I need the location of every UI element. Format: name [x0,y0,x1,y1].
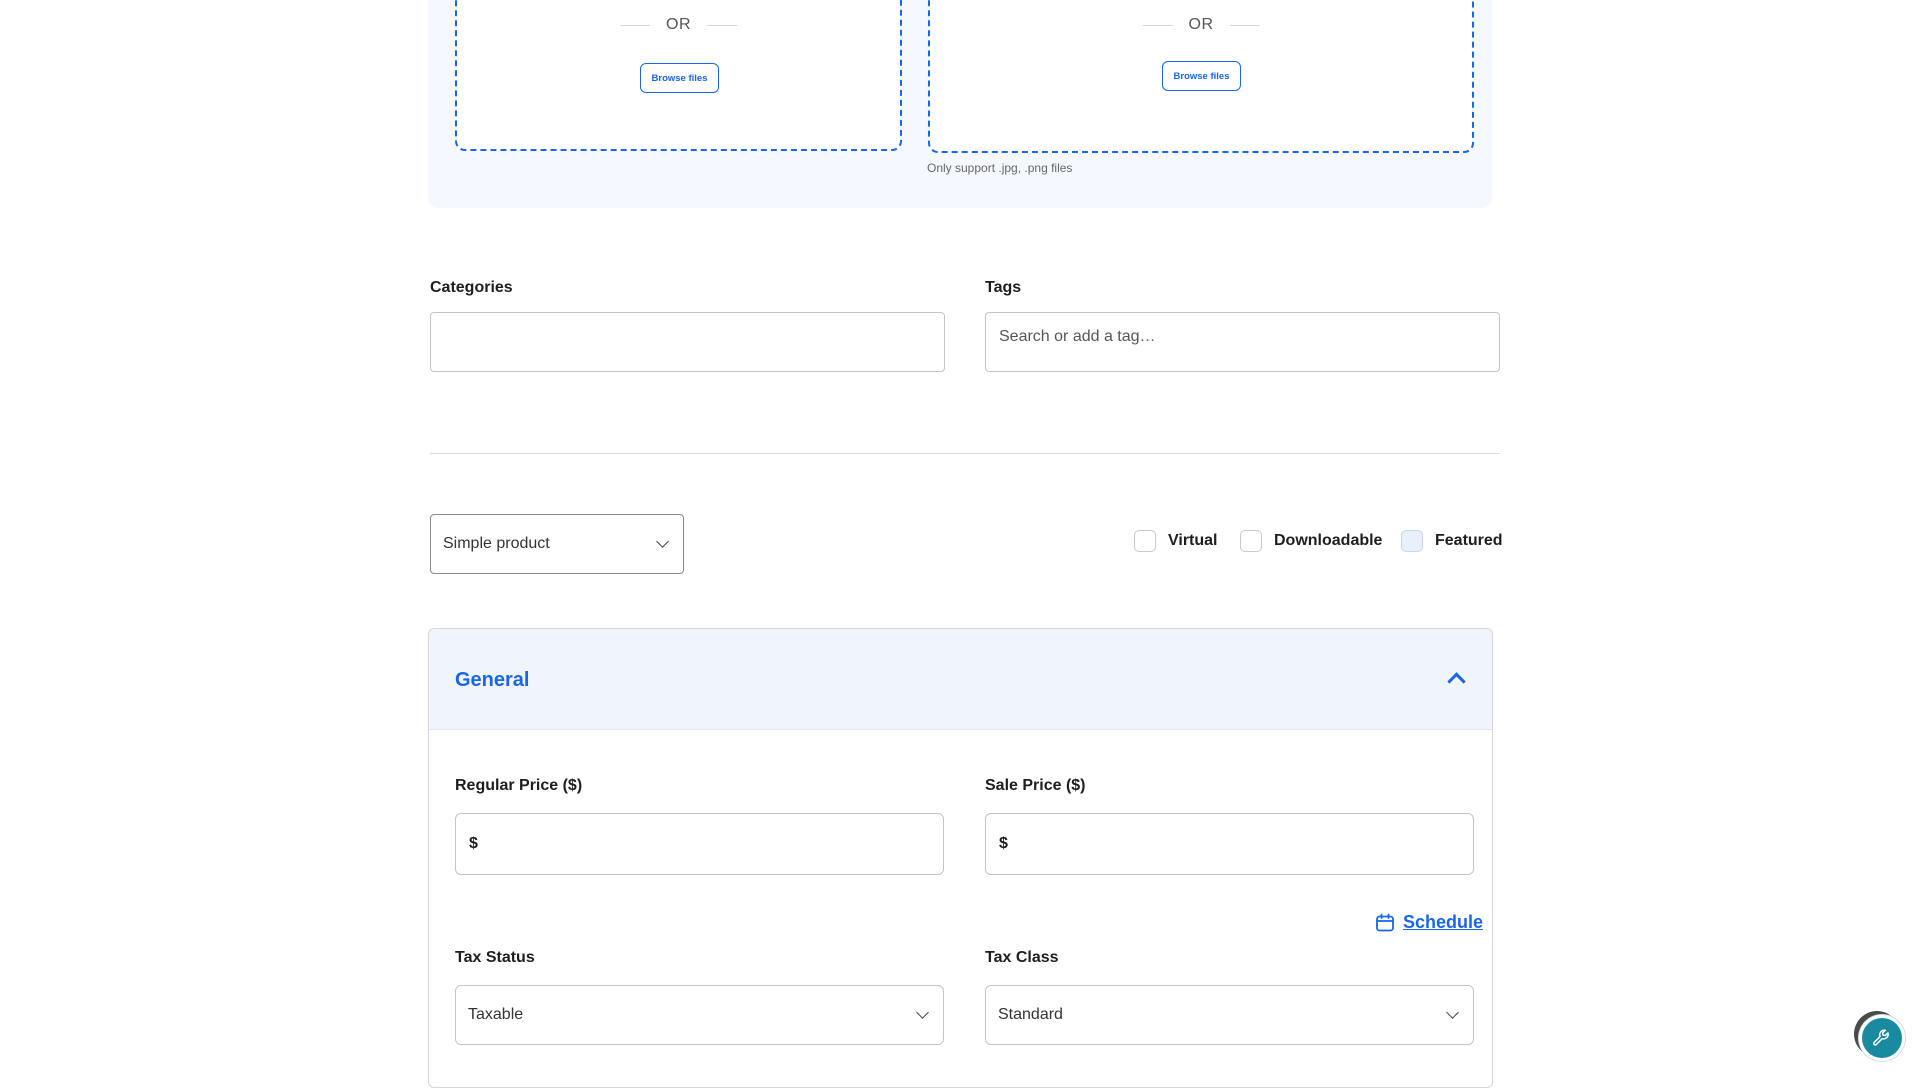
chevron-down-icon [916,1006,929,1019]
or-separator: OR [457,16,900,34]
sale-price-label: Sale Price ($) [985,777,1086,794]
section-divider [430,453,1500,454]
or-text: OR [666,16,691,33]
chevron-up-icon[interactable] [1447,672,1466,691]
file-support-note: Only support .jpg, .png files [927,161,1073,175]
or-line-left [620,24,650,26]
tools-fab-button[interactable] [1859,1015,1905,1061]
product-type-value: Simple product [443,535,550,552]
downloadable-checkbox[interactable] [1240,530,1262,552]
downloadable-label: Downloadable [1274,532,1383,549]
or-separator: OR [930,16,1472,34]
chevron-down-icon [1446,1006,1459,1019]
regular-price-label: Regular Price ($) [455,777,583,794]
categories-input[interactable] [430,312,945,372]
or-line-left [1142,24,1173,26]
tags-label: Tags [985,279,1022,296]
calendar-icon [1376,913,1394,931]
schedule-link[interactable]: Schedule [1375,912,1483,933]
option-downloadable[interactable]: Downloadable [1240,530,1382,552]
gallery-image-dropzone[interactable]: OR Browse files [928,0,1474,153]
or-line-right [1229,24,1260,26]
tax-class-select[interactable]: Standard [985,985,1474,1045]
chevron-down-icon [656,535,669,548]
tags-input[interactable]: Search or add a tag… [985,312,1500,372]
or-line-right [707,24,737,26]
featured-label: Featured [1435,532,1503,549]
tags-placeholder: Search or add a tag… [999,328,1156,345]
browse-files-button[interactable]: Browse files [640,63,719,93]
product-type-select[interactable]: Simple product [430,514,684,574]
virtual-checkbox[interactable] [1134,530,1156,552]
tax-status-value: Taxable [468,1006,524,1023]
schedule-label: Schedule [1403,912,1484,932]
general-title: General [455,669,530,691]
general-section-header[interactable]: General [429,629,1492,730]
general-section: General Regular Price ($) $ Sale Price (… [428,628,1493,1088]
tax-class-label: Tax Class [985,949,1059,966]
currency-prefix: $ [999,835,1008,852]
option-featured[interactable]: Featured [1401,530,1503,552]
regular-price-input[interactable]: $ [455,813,944,875]
wrench-icon [1873,1029,1889,1046]
featured-image-dropzone[interactable]: OR Browse files [455,0,902,151]
sale-price-input[interactable]: $ [985,813,1474,875]
categories-label: Categories [430,279,513,296]
tax-status-label: Tax Status [455,949,535,966]
featured-checkbox[interactable] [1401,530,1423,552]
tax-status-select[interactable]: Taxable [455,985,944,1045]
virtual-label: Virtual [1168,532,1218,549]
browse-files-button[interactable]: Browse files [1162,61,1241,91]
tax-class-value: Standard [998,1006,1063,1023]
currency-prefix: $ [469,835,478,852]
or-text: OR [1188,16,1214,33]
option-virtual[interactable]: Virtual [1134,530,1218,552]
